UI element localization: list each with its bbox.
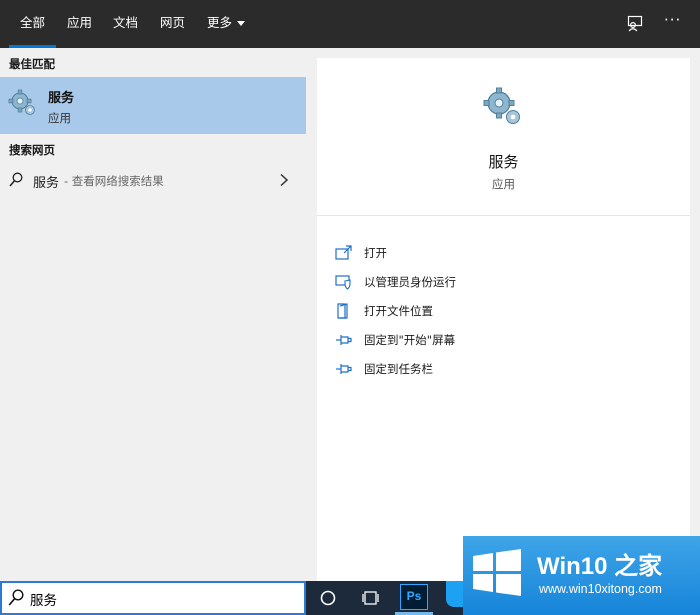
web-search-result[interactable]: 服务 - 查看网络搜索结果	[0, 165, 306, 195]
task-view-icon	[362, 591, 379, 605]
detail-subtitle: 应用	[492, 177, 515, 191]
tab-all[interactable]: 全部	[8, 0, 57, 48]
open-icon	[335, 245, 352, 260]
web-result-hint: - 查看网络搜索结果	[64, 174, 164, 188]
action-open-file-location-label: 打开文件位置	[364, 304, 433, 318]
tab-more[interactable]: 更多	[207, 0, 246, 48]
tab-more-label: 更多	[207, 15, 233, 30]
best-match-title: 服务	[48, 91, 75, 106]
cortana-circle-icon	[320, 590, 336, 606]
search-box[interactable]	[0, 581, 306, 615]
best-match-header: 最佳匹配	[9, 57, 55, 71]
feedback-icon[interactable]	[625, 14, 645, 34]
detail-card: 服务 应用 打开 以管理员身份运行 打开文件位置 固定到"开始"屏幕 固定到任务…	[317, 58, 690, 581]
action-pin-to-start[interactable]: 固定到"开始"屏幕	[335, 329, 675, 351]
action-pin-to-start-label: 固定到"开始"屏幕	[364, 333, 456, 347]
best-match-subtitle: 应用	[48, 111, 71, 125]
web-result-term: 服务	[33, 176, 60, 191]
action-pin-to-taskbar-label: 固定到任务栏	[364, 362, 433, 376]
file-location-icon	[337, 303, 348, 319]
more-options-icon[interactable]: ···	[664, 11, 684, 31]
search-icon	[8, 589, 24, 606]
action-run-as-admin-label: 以管理员身份运行	[364, 275, 456, 289]
cortana-button[interactable]	[308, 581, 348, 615]
results-list: 最佳匹配 服务 应用 搜索网页 服务 - 查看网络搜索结果	[0, 48, 306, 581]
action-open-file-location[interactable]: 打开文件位置	[335, 300, 675, 322]
tab-documents[interactable]: 文档	[113, 0, 138, 48]
search-icon	[9, 172, 23, 187]
action-open[interactable]: 打开	[335, 242, 675, 264]
pin-icon	[336, 364, 352, 374]
watermark: Win10 之家 www.win10xitong.com	[463, 536, 700, 615]
run-as-admin-icon	[335, 275, 351, 290]
gears-icon	[8, 89, 35, 115]
pin-icon	[336, 335, 352, 345]
gears-icon	[483, 87, 520, 124]
watermark-url: www.win10xitong.com	[539, 582, 662, 596]
photoshop-icon[interactable]: Ps	[400, 584, 428, 610]
chevron-right-icon	[280, 173, 289, 187]
action-pin-to-taskbar[interactable]: 固定到任务栏	[335, 358, 675, 380]
best-match-item[interactable]: 服务 应用	[0, 77, 306, 134]
search-input[interactable]	[30, 587, 300, 611]
detail-pane: 服务 应用 打开 以管理员身份运行 打开文件位置 固定到"开始"屏幕 固定到任务…	[306, 48, 700, 581]
detail-title: 服务	[488, 153, 519, 171]
task-view-button[interactable]	[351, 581, 391, 615]
action-open-label: 打开	[364, 246, 387, 260]
search-scope-tabs: 全部 应用 文档 网页 更多 ···	[0, 0, 700, 48]
windows-logo-icon	[473, 549, 521, 596]
tab-apps[interactable]: 应用	[67, 0, 92, 48]
tab-web[interactable]: 网页	[160, 0, 185, 48]
action-run-as-admin[interactable]: 以管理员身份运行	[335, 271, 675, 293]
search-web-header: 搜索网页	[9, 143, 55, 157]
watermark-brand: Win10 之家	[537, 553, 663, 580]
detail-header: 服务 应用	[317, 58, 690, 216]
caret-down-icon	[237, 21, 246, 26]
